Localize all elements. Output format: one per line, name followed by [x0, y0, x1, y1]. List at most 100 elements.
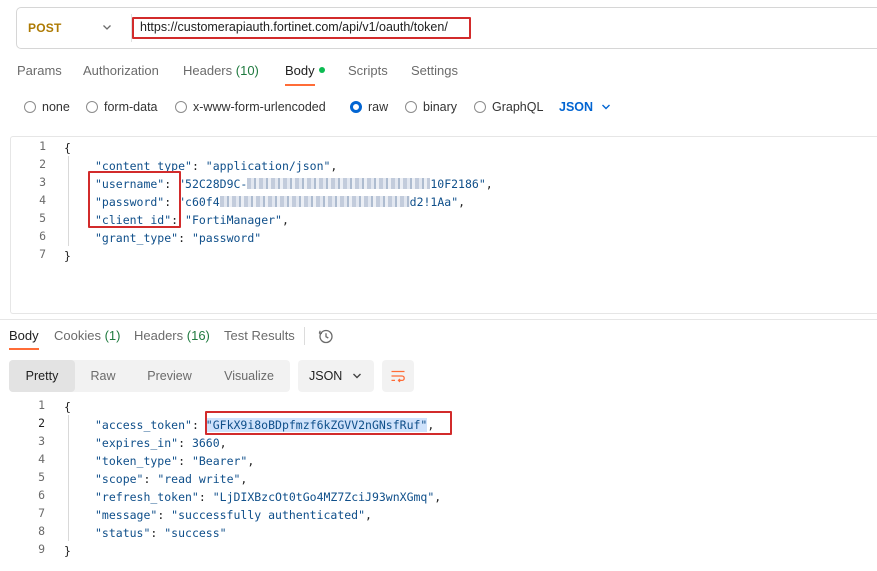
code-line: "status": "success" [95, 524, 227, 542]
tab-label: Body [9, 328, 39, 343]
radio-binary[interactable]: binary [405, 100, 457, 114]
tab-label: Cookies [54, 328, 101, 343]
tab-headers[interactable]: Headers (10) [183, 63, 259, 78]
headers-count: (10) [235, 63, 259, 78]
body-format-select[interactable]: JSON [559, 100, 611, 114]
tab-response-body[interactable]: Body [9, 328, 39, 343]
json-key: "expires_in" [95, 436, 179, 450]
code-line: "grant_type": "password" [95, 229, 261, 247]
json-brace: } [64, 544, 71, 558]
indent-guide [68, 156, 69, 246]
json-key: "content_type" [95, 159, 192, 173]
line-number: 9 [38, 542, 45, 556]
json-comma: , [485, 177, 493, 191]
radio-form-data[interactable]: form-data [86, 100, 158, 114]
line-number: 4 [38, 452, 45, 466]
view-visualize-button[interactable]: Visualize [208, 360, 290, 392]
body-format-label: JSON [559, 100, 594, 114]
json-value: "success" [164, 526, 227, 540]
http-method-select[interactable]: POST [28, 21, 61, 35]
tab-authorization[interactable]: Authorization [83, 63, 159, 78]
chevron-down-icon [602, 104, 611, 110]
code-line: "access_token": "GFkX9i8oBDpfmzf6kZGVV2n… [95, 416, 434, 434]
json-value: "password" [191, 231, 262, 245]
json-brace: { [64, 400, 71, 414]
json-key: "scope" [95, 472, 144, 486]
url-divider [131, 14, 132, 42]
line-number: 3 [39, 175, 46, 189]
view-raw-button[interactable]: Raw [75, 360, 131, 392]
view-pretty-button[interactable]: Pretty [9, 360, 75, 392]
tab-cookies[interactable]: Cookies (1) [54, 328, 120, 343]
json-key: "status" [95, 526, 151, 540]
line-number: 4 [39, 193, 46, 207]
radio-circle-icon [24, 101, 36, 113]
redacted-value [219, 196, 410, 207]
radio-none[interactable]: none [24, 100, 70, 114]
radio-label: GraphQL [492, 100, 544, 114]
view-preview-button[interactable]: Preview [131, 360, 208, 392]
chevron-down-icon[interactable] [101, 21, 113, 33]
line-number: 2 [38, 416, 45, 430]
radio-label: raw [368, 100, 389, 114]
json-sep: : [164, 195, 179, 209]
code-line: "username": "52C28D9C- 10F2186", [95, 175, 493, 193]
access-token-value[interactable]: "GFkX9i8oBDpfmzf6kZGVV2nGNsfRuf" [205, 418, 428, 432]
json-value: 3660 [191, 436, 220, 450]
json-comma: , [365, 508, 372, 522]
json-sep: : [178, 436, 192, 450]
view-mode-toggle: Pretty Raw Preview Visualize [9, 360, 290, 392]
history-icon[interactable] [318, 328, 334, 344]
json-key: "grant_type" [95, 231, 179, 245]
json-comma: , [281, 213, 289, 227]
tab-label: Test Results [224, 328, 295, 343]
tab-settings[interactable]: Settings [411, 63, 458, 78]
code-line: "token_type": "Bearer", [95, 452, 254, 470]
tab-test-results[interactable]: Test Results [224, 328, 295, 343]
json-comma: , [247, 454, 255, 468]
active-response-tab-underline [9, 348, 39, 350]
code-line: } [64, 247, 71, 265]
tab-params[interactable]: Params [17, 63, 62, 78]
radio-graphql[interactable]: GraphQL [474, 100, 543, 114]
json-sep: : [150, 526, 165, 540]
code-line: { [64, 139, 71, 157]
tab-scripts[interactable]: Scripts [348, 63, 388, 78]
radio-raw[interactable]: raw [350, 100, 388, 114]
code-line: "client_id": "FortiManager", [95, 211, 289, 229]
json-brace: { [64, 141, 71, 155]
radio-x-www-form-urlencoded[interactable]: x-www-form-urlencoded [175, 100, 326, 114]
radio-circle-icon [86, 101, 98, 113]
json-sep: : [143, 472, 158, 486]
response-divider [0, 319, 877, 320]
line-number: 8 [38, 524, 45, 538]
line-number: 2 [39, 157, 46, 171]
code-line: "password": "c60f4 d2!1Aa", [95, 193, 465, 211]
json-sep: : [178, 454, 192, 468]
line-number: 1 [38, 398, 45, 412]
json-key: "client_id" [95, 213, 172, 227]
code-line: "expires_in": 3660, [95, 434, 227, 452]
json-sep: : [198, 490, 213, 504]
radio-circle-icon [405, 101, 417, 113]
code-line: "scope": "read write", [95, 470, 247, 488]
radio-checked-icon [350, 101, 362, 113]
wrap-lines-button[interactable] [382, 360, 414, 392]
response-headers-count: (16) [186, 328, 210, 343]
tab-label: Settings [411, 63, 458, 78]
json-value-end: 10F2186" [430, 177, 486, 191]
json-comma: , [219, 436, 227, 450]
line-number: 6 [38, 488, 45, 502]
tab-response-headers[interactable]: Headers (16) [134, 328, 210, 343]
response-format-select[interactable]: JSON [298, 360, 374, 392]
json-comma: , [427, 418, 435, 432]
json-value: "Bearer" [191, 454, 248, 468]
tab-label: Authorization [83, 63, 159, 78]
chevron-down-icon [353, 373, 361, 379]
url-input[interactable]: https://customerapiauth.fortinet.com/api… [140, 20, 448, 34]
cookies-count: (1) [104, 328, 121, 343]
json-key: "access_token" [95, 418, 192, 432]
tab-body[interactable]: Body [285, 63, 325, 78]
tab-label: Headers [134, 328, 184, 343]
json-key: "password" [95, 195, 165, 209]
